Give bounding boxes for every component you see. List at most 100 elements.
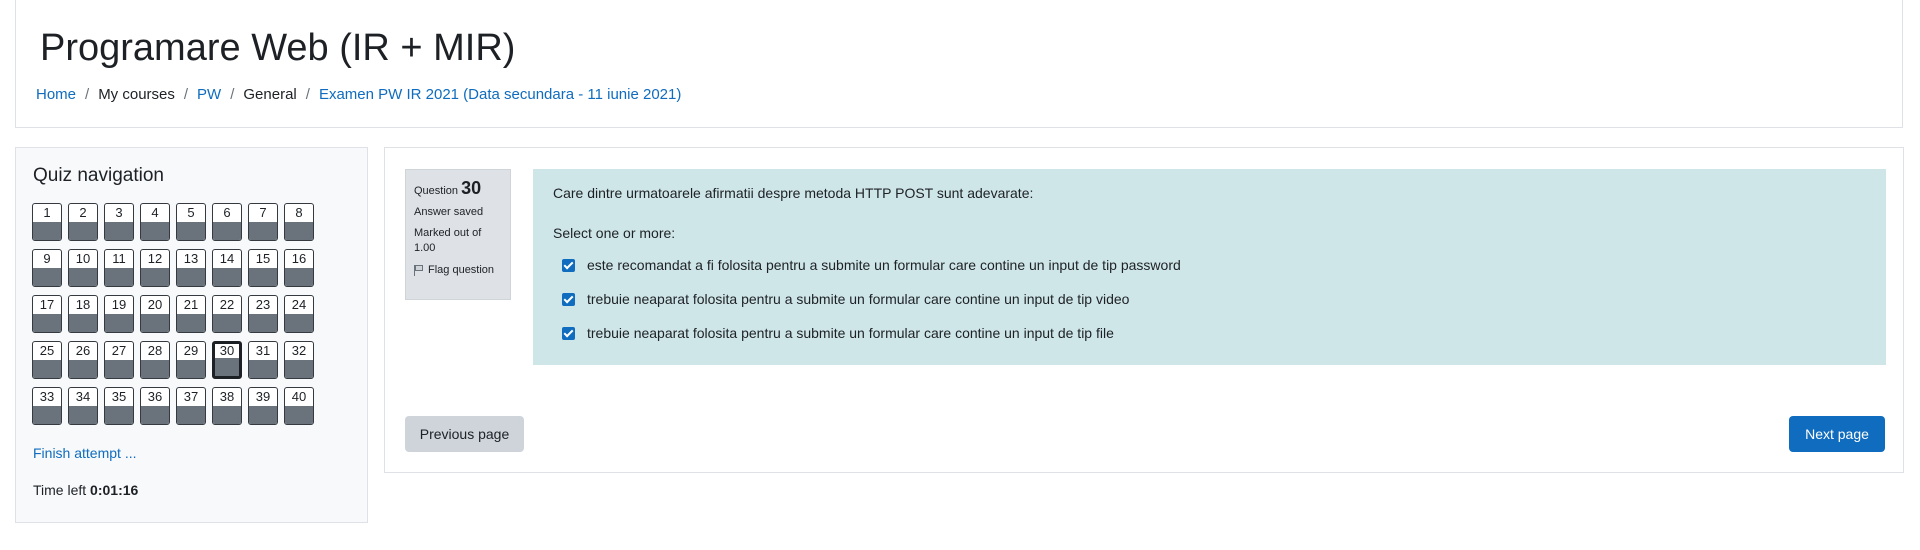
finish-attempt-link[interactable]: Finish attempt ... xyxy=(33,444,136,462)
quiz-nav-state xyxy=(33,406,61,424)
question-text: Care dintre urmatoarele afirmatii despre… xyxy=(553,185,1034,201)
breadcrumb-pw[interactable]: PW xyxy=(197,86,221,104)
quiz-nav-button[interactable]: 14 xyxy=(212,249,242,287)
quiz-nav-number: 14 xyxy=(219,251,235,266)
quiz-nav-button[interactable]: 20 xyxy=(140,295,170,333)
time-left-label: Time left xyxy=(33,482,87,498)
answer-option[interactable]: trebuie neaparat folosita pentru a submi… xyxy=(553,282,1866,316)
quiz-nav-state xyxy=(249,268,277,286)
quiz-nav-button[interactable]: 8 xyxy=(284,203,314,241)
breadcrumb-separator: / xyxy=(305,86,310,103)
quiz-nav-number: 28 xyxy=(147,343,163,358)
quiz-nav-button[interactable]: 23 xyxy=(248,295,278,333)
quiz-nav-button[interactable]: 39 xyxy=(248,387,278,425)
question-grade: Marked out of 1.00 xyxy=(414,226,502,256)
quiz-nav-number: 18 xyxy=(75,297,91,312)
quiz-nav-number: 7 xyxy=(259,205,267,220)
quiz-nav-button[interactable]: 7 xyxy=(248,203,278,241)
quiz-nav-button[interactable]: 9 xyxy=(32,249,62,287)
answer-checkbox[interactable] xyxy=(562,258,575,272)
quiz-nav-button[interactable]: 13 xyxy=(176,249,206,287)
quiz-nav-button[interactable]: 40 xyxy=(284,387,314,425)
quiz-nav-button[interactable]: 12 xyxy=(140,249,170,287)
quiz-nav-button[interactable]: 17 xyxy=(32,295,62,333)
quiz-nav-number: 13 xyxy=(183,251,199,266)
quiz-nav-state xyxy=(141,406,169,424)
quiz-nav-button[interactable]: 34 xyxy=(68,387,98,425)
quiz-nav-number: 12 xyxy=(147,251,163,266)
quiz-nav-button[interactable]: 32 xyxy=(284,341,314,379)
quiz-nav-state xyxy=(177,268,205,286)
quiz-nav-button[interactable]: 33 xyxy=(32,387,62,425)
quiz-nav-button[interactable]: 31 xyxy=(248,341,278,379)
answer-label[interactable]: este recomandat a fi folosita pentru a s… xyxy=(587,257,1181,273)
answer-option[interactable]: este recomandat a fi folosita pentru a s… xyxy=(553,248,1866,282)
quiz-nav-state xyxy=(177,360,205,378)
quiz-nav-button[interactable]: 22 xyxy=(212,295,242,333)
question-formulation: Care dintre urmatoarele afirmatii despre… xyxy=(533,169,1886,365)
quiz-nav-number: 4 xyxy=(151,205,159,220)
quiz-nav-state xyxy=(69,222,97,240)
quiz-nav-button[interactable]: 2 xyxy=(68,203,98,241)
quiz-nav-button[interactable]: 24 xyxy=(284,295,314,333)
quiz-nav-button[interactable]: 26 xyxy=(68,341,98,379)
answer-label[interactable]: trebuie neaparat folosita pentru a submi… xyxy=(587,325,1114,341)
quiz-nav-number: 9 xyxy=(43,251,51,266)
quiz-nav-button[interactable]: 16 xyxy=(284,249,314,287)
quiz-nav-state xyxy=(215,358,239,376)
breadcrumb-home[interactable]: Home xyxy=(36,86,76,104)
quiz-nav-button[interactable]: 37 xyxy=(176,387,206,425)
next-page-button[interactable]: Next page xyxy=(1789,416,1885,452)
quiz-nav-state xyxy=(141,268,169,286)
quiz-nav-button[interactable]: 18 xyxy=(68,295,98,333)
breadcrumb-exam[interactable]: Examen PW IR 2021 (Data secundara - 11 i… xyxy=(319,86,681,104)
quiz-nav-button[interactable]: 35 xyxy=(104,387,134,425)
quiz-nav-button[interactable]: 25 xyxy=(32,341,62,379)
answer-checkbox[interactable] xyxy=(562,326,575,340)
quiz-nav-button[interactable]: 30 xyxy=(212,341,242,379)
quiz-nav-number: 39 xyxy=(255,389,271,404)
breadcrumb-my-courses: My courses xyxy=(98,86,175,103)
flag-question-button[interactable]: Flag question xyxy=(414,264,502,276)
question-info: Question 30 Answer saved Marked out of 1… xyxy=(405,169,511,300)
quiz-nav-button[interactable]: 1 xyxy=(32,203,62,241)
quiz-nav-button[interactable]: 10 xyxy=(68,249,98,287)
quiz-nav-button[interactable]: 6 xyxy=(212,203,242,241)
quiz-nav-state xyxy=(249,222,277,240)
quiz-navigation-block: Quiz navigation 1 2 3 4 5 6 7 8 9 10 11 12 13 14 15 16 1… xyxy=(15,147,368,523)
quiz-nav-number: 30 xyxy=(219,343,235,358)
answer-label[interactable]: trebuie neaparat folosita pentru a submi… xyxy=(587,291,1129,307)
question-state: Answer saved xyxy=(414,206,484,218)
quiz-nav-button[interactable]: 15 xyxy=(248,249,278,287)
quiz-nav-state xyxy=(105,360,133,378)
quiz-nav-button[interactable]: 3 xyxy=(104,203,134,241)
quiz-nav-state xyxy=(285,268,313,286)
quiz-nav-state xyxy=(141,222,169,240)
quiz-nav-number: 29 xyxy=(183,343,199,358)
quiz-nav-button[interactable]: 19 xyxy=(104,295,134,333)
quiz-nav-number: 31 xyxy=(255,343,271,358)
quiz-nav-number: 5 xyxy=(187,205,195,220)
quiz-nav-state xyxy=(285,360,313,378)
previous-page-button[interactable]: Previous page xyxy=(405,416,524,452)
quiz-nav-button[interactable]: 27 xyxy=(104,341,134,379)
quiz-nav-button[interactable]: 38 xyxy=(212,387,242,425)
quiz-nav-state xyxy=(69,406,97,424)
question-region: Question 30 Answer saved Marked out of 1… xyxy=(384,147,1904,473)
quiz-nav-button[interactable]: 11 xyxy=(104,249,134,287)
answer-checkbox[interactable] xyxy=(562,292,575,306)
quiz-nav-state xyxy=(33,314,61,332)
quiz-nav-number: 23 xyxy=(255,297,271,312)
quiz-nav-number: 15 xyxy=(255,251,271,266)
quiz-nav-button[interactable]: 29 xyxy=(176,341,206,379)
question-number: 30 xyxy=(461,178,482,198)
quiz-nav-number: 37 xyxy=(183,389,199,404)
quiz-nav-button[interactable]: 4 xyxy=(140,203,170,241)
quiz-nav-button[interactable]: 28 xyxy=(140,341,170,379)
quiz-nav-number: 34 xyxy=(75,389,91,404)
quiz-nav-button[interactable]: 21 xyxy=(176,295,206,333)
quiz-nav-button[interactable]: 36 xyxy=(140,387,170,425)
quiz-nav-state xyxy=(213,268,241,286)
answer-option[interactable]: trebuie neaparat folosita pentru a submi… xyxy=(553,316,1866,350)
quiz-nav-button[interactable]: 5 xyxy=(176,203,206,241)
